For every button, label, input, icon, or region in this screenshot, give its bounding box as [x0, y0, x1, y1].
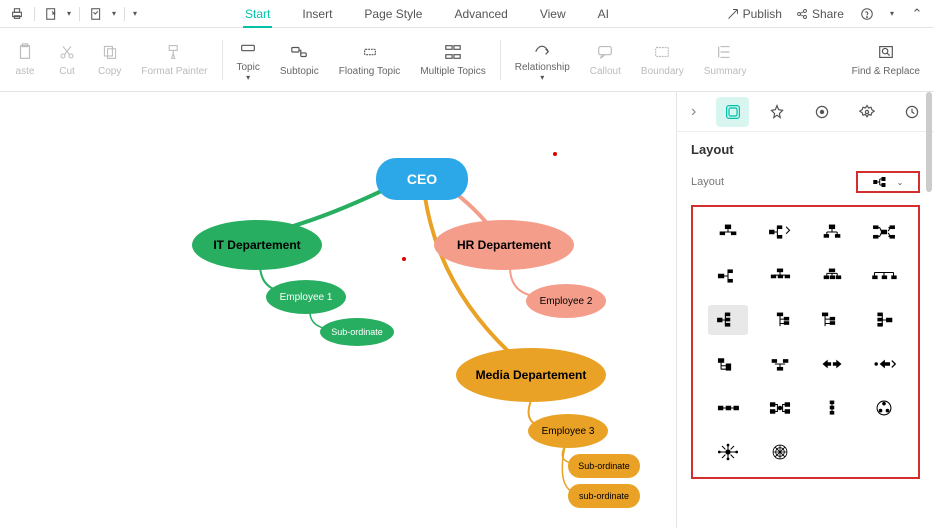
find-replace-button[interactable]: Find & Replace	[842, 38, 930, 81]
node-it-dept[interactable]: IT Departement	[192, 220, 322, 270]
node-media-dept[interactable]: Media Departement	[456, 348, 606, 402]
subtopic-button[interactable]: Subtopic	[270, 38, 329, 81]
layout-option-22[interactable]	[760, 437, 800, 467]
layout-option-16[interactable]	[864, 349, 904, 379]
copy-button[interactable]: Copy	[88, 38, 131, 81]
checklist-icon[interactable]	[88, 5, 106, 23]
node-subordinate-2[interactable]: Sub-ordinate	[568, 454, 640, 478]
node-employee-3[interactable]: Employee 3	[528, 414, 608, 448]
boundary-button[interactable]: Boundary	[631, 38, 694, 81]
right-panel: › Layout Layout ⌄	[676, 92, 934, 528]
collapse-panel-icon[interactable]: ›	[683, 101, 704, 123]
marker-dot	[553, 152, 557, 156]
layout-options-grid	[691, 205, 920, 479]
layout-option-18[interactable]	[760, 393, 800, 423]
marker-dot	[402, 257, 406, 261]
topic-button[interactable]: Topic▾	[227, 34, 270, 86]
panel-tabs: ›	[677, 92, 934, 132]
callout-button[interactable]: Callout	[580, 38, 631, 81]
tab-view[interactable]: View	[538, 1, 568, 27]
scrollbar[interactable]	[926, 92, 932, 192]
share-button[interactable]: Share	[796, 7, 844, 21]
relationship-button[interactable]: Relationship▾	[505, 34, 580, 86]
panel-tab-history[interactable]	[895, 97, 928, 127]
layout-option-17[interactable]	[708, 393, 748, 423]
layout-option-empty	[812, 437, 852, 467]
publish-button[interactable]: Publish	[727, 7, 782, 21]
multiple-topics-button[interactable]: Multiple Topics	[410, 38, 495, 81]
layout-label: Layout	[691, 176, 724, 188]
node-employee-1[interactable]: Employee 1	[266, 280, 346, 314]
chevron-down-icon[interactable]: ▾	[890, 9, 894, 18]
layout-option-7[interactable]	[812, 261, 852, 291]
tab-insert[interactable]: Insert	[300, 1, 334, 27]
cut-button[interactable]: Cut	[46, 38, 88, 81]
panel-tab-location[interactable]	[806, 97, 839, 127]
panel-tab-layout[interactable]	[716, 97, 749, 127]
mindmap-canvas[interactable]: CEO IT Departement HR Departement Media …	[0, 92, 676, 528]
layout-option-11[interactable]	[812, 305, 852, 335]
ribbon: aste Cut Copy Format Painter Topic▾ Subt…	[0, 28, 934, 92]
layout-option-8[interactable]	[864, 261, 904, 291]
panel-tab-settings[interactable]	[851, 97, 884, 127]
floating-topic-button[interactable]: Floating Topic	[329, 38, 411, 81]
node-hr-dept[interactable]: HR Departement	[434, 220, 574, 270]
titlebar: ▾ ▾ ▾ Start Insert Page Style Advanced V…	[0, 0, 934, 28]
chevron-down-icon[interactable]: ▾	[133, 9, 137, 18]
tab-ai[interactable]: AI	[596, 1, 611, 27]
menu-tabs: Start Insert Page Style Advanced View AI	[243, 1, 611, 27]
collapse-ribbon-icon[interactable]: ⌃	[908, 5, 926, 23]
node-subordinate-1[interactable]: Sub-ordinate	[320, 318, 394, 346]
tab-page-style[interactable]: Page Style	[362, 1, 424, 27]
node-subordinate-3[interactable]: sub-ordinate	[568, 484, 640, 508]
layout-option-10[interactable]	[760, 305, 800, 335]
layout-option-15[interactable]	[812, 349, 852, 379]
layout-option-12[interactable]	[864, 305, 904, 335]
paste-button[interactable]: aste	[4, 38, 46, 81]
layout-option-14[interactable]	[760, 349, 800, 379]
layout-option-20[interactable]	[864, 393, 904, 423]
panel-title: Layout	[691, 142, 920, 157]
chevron-down-icon[interactable]: ▾	[67, 9, 71, 18]
layout-option-4[interactable]	[864, 217, 904, 247]
node-ceo[interactable]: CEO	[376, 158, 468, 200]
chevron-down-icon[interactable]: ▾	[112, 9, 116, 18]
layout-option-empty	[864, 437, 904, 467]
panel-tab-style[interactable]	[761, 97, 794, 127]
layout-option-3[interactable]	[812, 217, 852, 247]
layout-dropdown[interactable]: ⌄	[856, 171, 920, 193]
tab-start[interactable]: Start	[243, 1, 272, 27]
layout-option-2[interactable]	[760, 217, 800, 247]
layout-option-19[interactable]	[812, 393, 852, 423]
layout-option-13[interactable]	[708, 349, 748, 379]
export-icon[interactable]	[43, 5, 61, 23]
summary-button[interactable]: Summary	[694, 38, 757, 81]
format-painter-button[interactable]: Format Painter	[131, 38, 217, 81]
layout-option-5[interactable]	[708, 261, 748, 291]
layout-option-21[interactable]	[708, 437, 748, 467]
print-icon[interactable]	[8, 5, 26, 23]
layout-option-9-selected[interactable]	[708, 305, 748, 335]
layout-option-6[interactable]	[760, 261, 800, 291]
node-employee-2[interactable]: Employee 2	[526, 284, 606, 318]
tab-advanced[interactable]: Advanced	[452, 1, 509, 27]
help-icon[interactable]	[858, 5, 876, 23]
layout-option-1[interactable]	[708, 217, 748, 247]
